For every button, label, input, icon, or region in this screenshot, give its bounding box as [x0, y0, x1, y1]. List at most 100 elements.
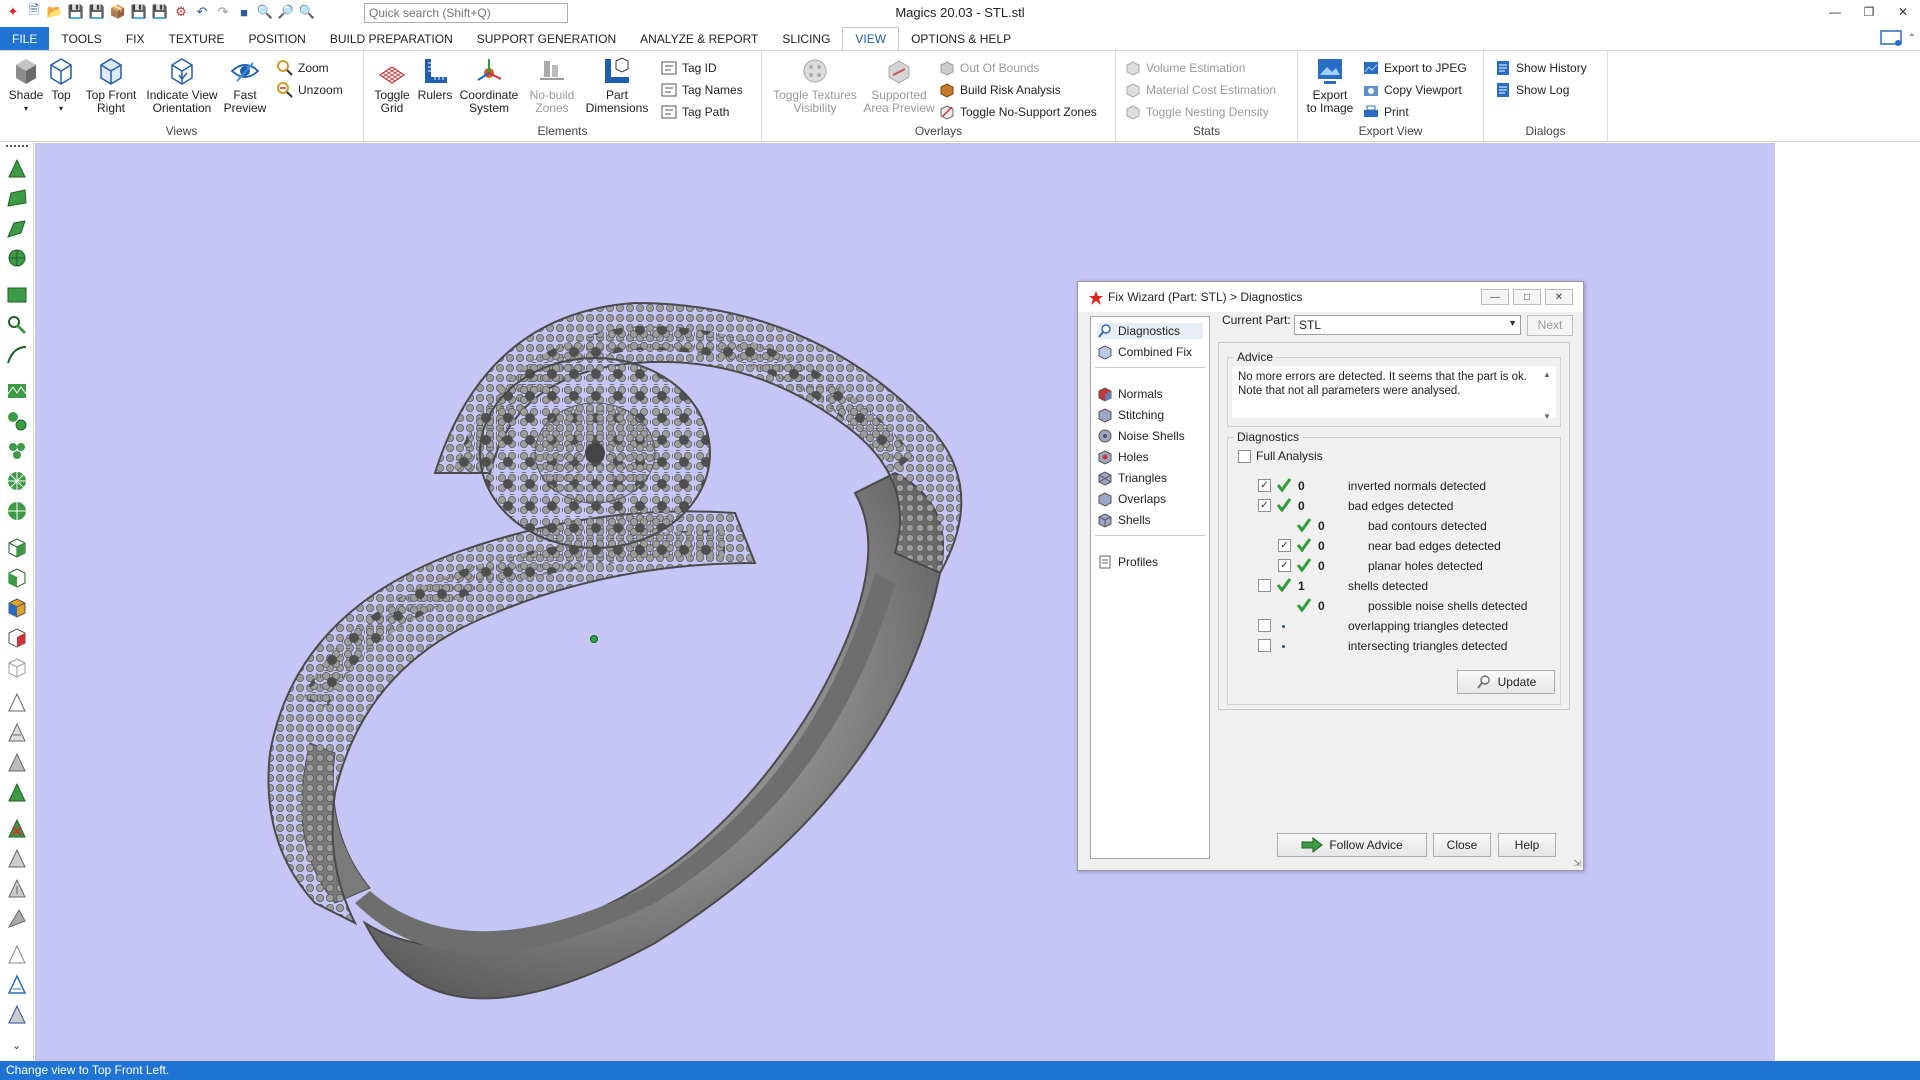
- select-box-icon[interactable]: [5, 283, 29, 307]
- tab-slicing[interactable]: SLICING: [770, 27, 842, 50]
- restore-icon[interactable]: ❐: [1852, 0, 1886, 24]
- show-history-button[interactable]: Show History: [1494, 59, 1587, 77]
- view-cube-outline-icon[interactable]: [5, 655, 29, 679]
- nav-item-overlaps[interactable]: Overlaps: [1097, 491, 1166, 507]
- export-to-image-button[interactable]: Export to Image: [1306, 55, 1354, 115]
- build-risk-analysis-button[interactable]: Build Risk Analysis: [938, 81, 1061, 99]
- indicate-view-orientation-button[interactable]: Indicate View Orientation: [146, 55, 218, 115]
- fast-preview-button[interactable]: Fast Preview: [222, 55, 268, 115]
- unmark-triangle-icon[interactable]: [5, 691, 29, 715]
- tab-build-preparation[interactable]: BUILD PREPARATION: [318, 27, 465, 50]
- nav-item-profiles[interactable]: Profiles: [1097, 554, 1158, 570]
- rulers-button[interactable]: Rulers: [416, 55, 454, 102]
- next-button[interactable]: Next: [1527, 315, 1573, 336]
- select-triangle-icon[interactable]: [5, 157, 29, 181]
- tab-support-generation[interactable]: SUPPORT GENERATION: [465, 27, 628, 50]
- current-part-select[interactable]: STL ▼: [1294, 315, 1521, 335]
- part-dimensions-button[interactable]: Part Dimensions: [586, 55, 648, 115]
- shade-button[interactable]: Shade ▾: [6, 55, 46, 115]
- follow-advice-button[interactable]: Follow Advice: [1277, 833, 1427, 857]
- tab-tools[interactable]: TOOLS: [49, 27, 113, 50]
- out-of-bounds-button[interactable]: Out Of Bounds: [938, 59, 1039, 77]
- toggle-nesting-density-button[interactable]: Toggle Nesting Density: [1124, 103, 1269, 121]
- tag-path-button[interactable]: Tag Path: [660, 103, 729, 121]
- zoom-button[interactable]: Zoom: [276, 59, 329, 77]
- select-plane-icon[interactable]: [5, 187, 29, 211]
- shells-checkbox[interactable]: [1258, 579, 1271, 592]
- select-curve-icon[interactable]: [5, 343, 29, 367]
- help-button[interactable]: Help: [1498, 833, 1556, 857]
- volume-estimation-button[interactable]: Volume Estimation: [1124, 59, 1245, 77]
- inverted-normals-checkbox[interactable]: ✓: [1258, 479, 1271, 492]
- resize-grip-icon[interactable]: ⇲: [1573, 858, 1581, 869]
- layout-icon[interactable]: [1879, 29, 1902, 47]
- tab-view[interactable]: VIEW: [842, 27, 900, 50]
- tab-options-help[interactable]: OPTIONS & HELP: [899, 27, 1023, 50]
- dialog-close-icon[interactable]: ✕: [1545, 289, 1573, 305]
- full-analysis-checkbox[interactable]: [1238, 450, 1251, 463]
- triangle-dark-icon[interactable]: [5, 1003, 29, 1027]
- no-build-zones-button[interactable]: No-build Zones: [524, 55, 580, 115]
- toggle-no-support-zones-button[interactable]: Toggle No-Support Zones: [938, 103, 1097, 121]
- view-cube-color-icon[interactable]: [5, 595, 29, 619]
- unmark-surface-icon[interactable]: [5, 751, 29, 775]
- close-icon[interactable]: ✕: [1886, 0, 1920, 24]
- nav-item-shells[interactable]: Shells: [1097, 512, 1151, 528]
- show-log-button[interactable]: Show Log: [1494, 81, 1569, 99]
- select-surface-icon[interactable]: [5, 217, 29, 241]
- near-bad-edges-checkbox[interactable]: ✓: [1278, 539, 1291, 552]
- view-cube-mark-icon[interactable]: [5, 625, 29, 649]
- top-front-right-button[interactable]: Top Front Right: [82, 55, 140, 115]
- nav-item-diagnostics[interactable]: Diagnostics: [1097, 323, 1203, 339]
- bad-edges-checkbox[interactable]: ✓: [1258, 499, 1271, 512]
- export-to-jpeg-button[interactable]: Export to JPEG: [1362, 59, 1467, 77]
- select-sphere-icon[interactable]: [5, 499, 29, 523]
- minimize-icon[interactable]: —: [1818, 0, 1852, 24]
- dialog-maximize-icon[interactable]: □: [1513, 289, 1541, 305]
- nav-item-triangles[interactable]: Triangles: [1097, 470, 1167, 486]
- tag-id-button[interactable]: Tag ID: [660, 59, 717, 77]
- select-shell-icon[interactable]: [5, 247, 29, 271]
- select-wave-icon[interactable]: [5, 379, 29, 403]
- top-view-button[interactable]: Top ▾: [46, 55, 76, 115]
- dialog-title-bar[interactable]: Fix Wizard (Part: STL) > Diagnostics — □…: [1078, 282, 1583, 312]
- tab-texture[interactable]: TEXTURE: [156, 27, 236, 50]
- tag-names-button[interactable]: Tag Names: [660, 81, 743, 99]
- tab-fix[interactable]: FIX: [114, 27, 157, 50]
- select-multi-icon[interactable]: [5, 439, 29, 463]
- planar-holes-checkbox[interactable]: ✓: [1278, 559, 1291, 572]
- unmark-plane-icon[interactable]: [5, 721, 29, 745]
- toolbar-more-icon[interactable]: ⌄: [12, 1039, 21, 1052]
- print-button[interactable]: Print: [1362, 103, 1409, 121]
- mark-error-icon[interactable]: [5, 817, 29, 841]
- mark-green-icon[interactable]: [5, 781, 29, 805]
- copy-viewport-button[interactable]: Copy Viewport: [1362, 81, 1462, 99]
- tab-file[interactable]: FILE: [0, 27, 50, 50]
- triangle-expand-icon[interactable]: [5, 877, 29, 901]
- toggle-textures-visibility-button[interactable]: Toggle Textures Visibility: [770, 55, 860, 115]
- close-button[interactable]: Close: [1433, 833, 1491, 857]
- tab-analyze-report[interactable]: ANALYZE & REPORT: [628, 27, 770, 50]
- toggle-grid-button[interactable]: Toggle Grid: [372, 55, 412, 115]
- supported-area-preview-button[interactable]: Supported Area Preview: [862, 55, 936, 115]
- material-cost-estimation-button[interactable]: Material Cost Estimation: [1124, 81, 1276, 99]
- dialog-minimize-icon[interactable]: —: [1481, 289, 1509, 305]
- tab-position[interactable]: POSITION: [237, 27, 318, 50]
- coordinate-system-button[interactable]: Coordinate System: [456, 55, 522, 115]
- ribbon-collapse-icon[interactable]: ⌃: [1908, 33, 1916, 44]
- nav-item-normals[interactable]: Normals: [1097, 386, 1163, 402]
- view-cube-front-icon[interactable]: [5, 535, 29, 559]
- overlapping-triangles-checkbox[interactable]: [1258, 619, 1271, 632]
- select-connected-icon[interactable]: [5, 409, 29, 433]
- select-star-icon[interactable]: [5, 469, 29, 493]
- intersecting-triangles-checkbox[interactable]: [1258, 639, 1271, 652]
- triangle-blue-icon[interactable]: [5, 973, 29, 997]
- triangle-edit-icon[interactable]: [5, 847, 29, 871]
- triangle-shrink-icon[interactable]: [5, 907, 29, 931]
- unzoom-button[interactable]: Unzoom: [276, 81, 343, 99]
- view-cube-side-icon[interactable]: [5, 565, 29, 589]
- nav-item-holes[interactable]: Holes: [1097, 449, 1149, 465]
- nav-item-noise-shells[interactable]: Noise Shells: [1097, 428, 1185, 444]
- update-button[interactable]: Update: [1457, 670, 1555, 694]
- select-lasso-icon[interactable]: [5, 313, 29, 337]
